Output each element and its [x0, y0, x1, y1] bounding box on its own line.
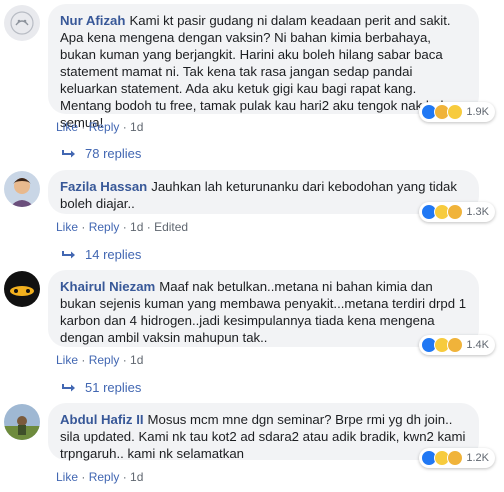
comment-bubble: Khairul Niezam Maaf nak betulkan..metana … [48, 270, 495, 355]
avatar-icon [4, 171, 40, 207]
comment-actions: Like · Reply · 1d [56, 353, 143, 367]
avatar-icon [4, 5, 40, 41]
replies-count[interactable]: 14 replies [85, 247, 141, 262]
reaction-count: 1.2K [466, 451, 489, 464]
comment-timestamp[interactable]: 1d [130, 220, 143, 234]
reply-arrow-icon [62, 149, 75, 157]
separator: · [143, 220, 155, 234]
reply-button[interactable]: Reply [89, 220, 120, 234]
reaction-summary[interactable]: 1.3K [419, 202, 495, 222]
like-button[interactable]: Like [56, 220, 78, 234]
reply-arrow-icon [62, 250, 75, 258]
reply-button[interactable]: Reply [89, 353, 120, 367]
reaction-summary[interactable]: 1.9K [419, 102, 495, 122]
comment-actions: Like · Reply · 1d · Edited [56, 220, 188, 234]
reaction-summary[interactable]: 1.2K [419, 448, 495, 468]
avatar[interactable] [4, 271, 40, 307]
like-button[interactable]: Like [56, 353, 78, 367]
like-button[interactable]: Like [56, 120, 78, 134]
comment-actions: Like · Reply · 1d [56, 470, 143, 484]
avatar[interactable] [4, 5, 40, 41]
comment-actions: Like · Reply · 1d [56, 120, 143, 134]
separator: · [78, 470, 89, 484]
reaction-count: 1.3K [466, 205, 489, 218]
angry-reaction-icon [447, 450, 464, 466]
comment-text: Kami kt pasir gudang ni dalam keadaan pe… [60, 13, 459, 130]
comment-author[interactable]: Fazila Hassan [60, 179, 147, 194]
comment-bubble: Nur Afizah Kami kt pasir gudang ni dalam … [48, 4, 495, 130]
comment-author[interactable]: Nur Afizah [60, 13, 125, 28]
angry-reaction-icon [447, 204, 464, 220]
separator: · [119, 220, 131, 234]
haha-reaction-icon [447, 104, 464, 120]
view-replies-link[interactable]: 51 replies [62, 380, 141, 395]
view-replies-link[interactable]: 14 replies [62, 247, 141, 262]
comment-timestamp[interactable]: 1d [130, 120, 143, 134]
separator: · [119, 120, 131, 134]
avatar[interactable] [4, 404, 40, 440]
comment-bubble: Fazila Hassan Jauhkan lah keturunanku dar… [48, 170, 495, 222]
edited-label[interactable]: Edited [154, 220, 188, 234]
reply-button[interactable]: Reply [89, 470, 120, 484]
like-button[interactable]: Like [56, 470, 78, 484]
separator: · [78, 220, 89, 234]
comment-timestamp[interactable]: 1d [130, 470, 143, 484]
view-replies-link[interactable]: 78 replies [62, 146, 141, 161]
avatar-icon [4, 271, 40, 307]
reply-arrow-icon [62, 383, 75, 391]
replies-count[interactable]: 51 replies [85, 380, 141, 395]
reaction-summary[interactable]: 1.4K [419, 335, 495, 355]
comment-author[interactable]: Abdul Hafiz II [60, 412, 144, 427]
angry-reaction-icon [447, 337, 464, 353]
comment-author[interactable]: Khairul Niezam [60, 279, 155, 294]
separator: · [78, 353, 89, 367]
reaction-count: 1.9K [466, 105, 489, 118]
reply-button[interactable]: Reply [89, 120, 120, 134]
avatar-icon [4, 404, 40, 440]
avatar[interactable] [4, 171, 40, 207]
reaction-count: 1.4K [466, 338, 489, 351]
separator: · [119, 470, 131, 484]
comment-timestamp[interactable]: 1d [130, 353, 143, 367]
separator: · [78, 120, 89, 134]
separator: · [119, 353, 131, 367]
replies-count[interactable]: 78 replies [85, 146, 141, 161]
comment-bubble: Abdul Hafiz II Mosus mcm mne dgn seminar?… [48, 403, 495, 468]
